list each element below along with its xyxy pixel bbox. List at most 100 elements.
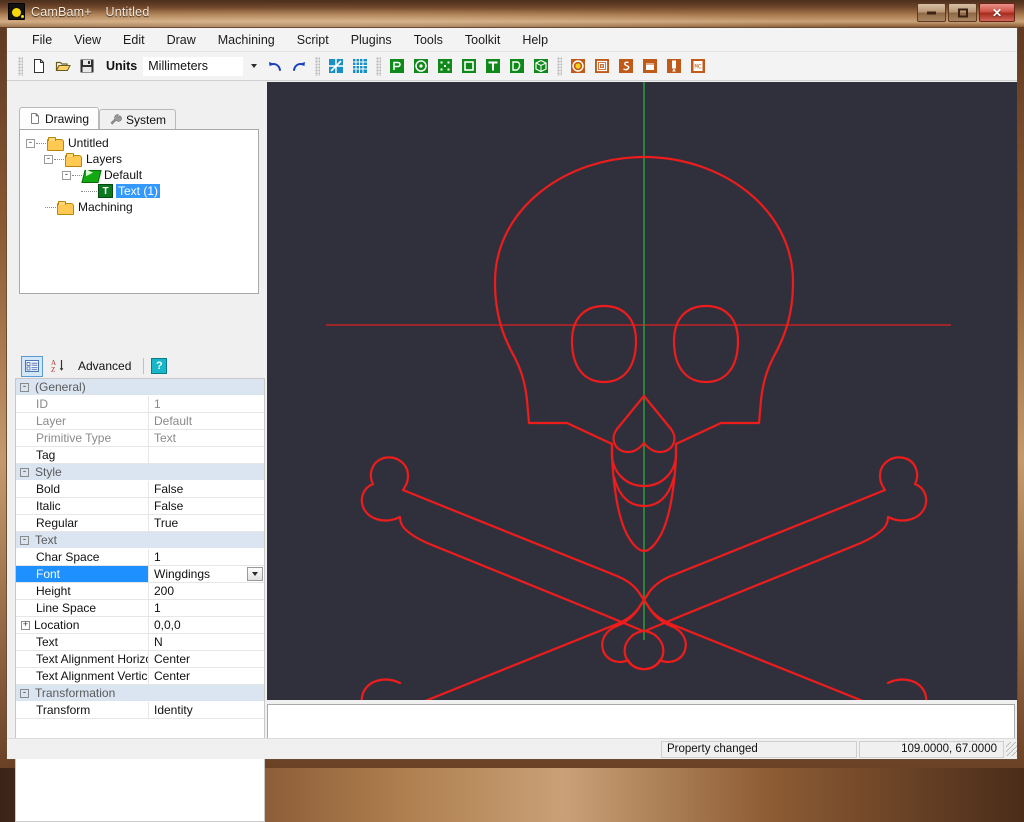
toolbar-grip[interactable]	[18, 57, 23, 76]
tab-system[interactable]: System	[99, 109, 176, 129]
property-value[interactable]: 1	[149, 396, 264, 412]
category-expander[interactable]: -	[20, 468, 29, 477]
tab-drawing[interactable]: Drawing	[19, 107, 99, 129]
property-row-char-space[interactable]: Char Space 1	[16, 549, 264, 566]
menu-file[interactable]: File	[21, 30, 63, 50]
categorized-view-icon[interactable]	[21, 356, 43, 377]
maximize-button[interactable]	[948, 3, 977, 22]
post-process-icon[interactable]: MC	[687, 55, 709, 77]
tree-node-machining[interactable]: Machining	[20, 199, 258, 215]
status-message: Property changed	[661, 741, 857, 758]
toolbar-grip-2[interactable]	[315, 57, 320, 76]
property-row-text[interactable]: Text N	[16, 634, 264, 651]
property-value[interactable]: True	[149, 515, 264, 531]
property-row-height[interactable]: Height 200	[16, 583, 264, 600]
font-dropdown-button[interactable]	[247, 567, 263, 581]
property-value[interactable]: Text	[149, 430, 264, 446]
location-expander[interactable]: +	[21, 621, 30, 630]
object-tree[interactable]: - Untitled - Layers -	[19, 129, 259, 294]
resize-grip-icon[interactable]	[1006, 742, 1017, 756]
property-grid-toolbar: AZ Advanced ?	[15, 354, 265, 379]
property-value[interactable]: 0,0,0	[149, 617, 264, 633]
undo-arrow-icon[interactable]	[264, 55, 286, 77]
property-value[interactable]: N	[149, 634, 264, 650]
property-value[interactable]: Center	[149, 668, 264, 684]
menu-tools[interactable]: Tools	[403, 30, 454, 50]
property-value[interactable]: Center	[149, 651, 264, 667]
draw-polyline-icon[interactable]	[386, 55, 408, 77]
toggle-grid-icon[interactable]	[349, 55, 371, 77]
menu-draw[interactable]: Draw	[156, 30, 207, 50]
property-value[interactable]: Identity	[149, 702, 264, 718]
property-row-regular[interactable]: Regular True	[16, 515, 264, 532]
property-value[interactable]: False	[149, 481, 264, 497]
property-value[interactable]: 200	[149, 583, 264, 599]
property-row-tag[interactable]: Tag	[16, 447, 264, 464]
category-expander[interactable]: -	[20, 383, 29, 392]
menu-script[interactable]: Script	[286, 30, 340, 50]
property-value[interactable]: 1	[149, 600, 264, 616]
cad-canvas[interactable]	[267, 82, 1017, 700]
menu-view[interactable]: View	[63, 30, 112, 50]
category-expander[interactable]: -	[20, 536, 29, 545]
toolbar-grip-3[interactable]	[376, 57, 381, 76]
tree-expander-default[interactable]: -	[62, 171, 71, 180]
save-disk-icon[interactable]	[76, 55, 98, 77]
tree-node-untitled[interactable]: - Untitled	[20, 135, 258, 151]
property-category-transformation[interactable]: - Transformation	[16, 685, 264, 702]
draw-circle-icon[interactable]	[410, 55, 432, 77]
property-category-general[interactable]: - (General)	[16, 379, 264, 396]
redo-arrow-icon[interactable]	[288, 55, 310, 77]
tree-node-layers[interactable]: - Layers	[20, 151, 258, 167]
property-row-layer[interactable]: Layer Default	[16, 413, 264, 430]
menu-edit[interactable]: Edit	[112, 30, 156, 50]
advanced-button[interactable]: Advanced	[73, 359, 136, 373]
toolbar-grip-4[interactable]	[557, 57, 562, 76]
property-row-transform[interactable]: Transform Identity	[16, 702, 264, 719]
help-question-icon[interactable]: ?	[151, 358, 167, 374]
property-category-text[interactable]: - Text	[16, 532, 264, 549]
property-row-location[interactable]: + Location 0,0,0	[16, 617, 264, 634]
alphabetical-sort-icon[interactable]: AZ	[47, 356, 69, 377]
property-row-italic[interactable]: Italic False	[16, 498, 264, 515]
draw-rectangle-icon[interactable]	[458, 55, 480, 77]
zoom-to-fit-icon[interactable]	[325, 55, 347, 77]
draw-points-icon[interactable]	[434, 55, 456, 77]
property-row-font[interactable]: Font Wingdings	[16, 566, 264, 583]
property-value[interactable]: Default	[149, 413, 264, 429]
draw-text-icon[interactable]	[482, 55, 504, 77]
close-button[interactable]: ✕	[979, 3, 1015, 22]
menu-toolkit[interactable]: Toolkit	[454, 30, 511, 50]
category-expander[interactable]: -	[20, 689, 29, 698]
property-row-id[interactable]: ID 1	[16, 396, 264, 413]
property-value[interactable]	[149, 447, 264, 463]
property-row-text-align-v[interactable]: Text Alignment Vertical Center	[16, 668, 264, 685]
menu-help[interactable]: Help	[511, 30, 559, 50]
minimize-button[interactable]	[917, 3, 946, 22]
engrave-mop-icon[interactable]	[615, 55, 637, 77]
tree-node-text-object[interactable]: T Text (1)	[20, 183, 258, 199]
tree-expander-untitled[interactable]: -	[26, 139, 35, 148]
draw-region-icon[interactable]	[506, 55, 528, 77]
units-value[interactable]: Millimeters	[143, 57, 243, 76]
new-file-icon[interactable]	[28, 55, 50, 77]
tree-node-default-layer[interactable]: - Default	[20, 167, 258, 183]
menu-machining[interactable]: Machining	[207, 30, 286, 50]
property-value[interactable]: False	[149, 498, 264, 514]
tree-expander-layers[interactable]: -	[44, 155, 53, 164]
menu-plugins[interactable]: Plugins	[340, 30, 403, 50]
property-row-primitive-type[interactable]: Primitive Type Text	[16, 430, 264, 447]
property-row-text-align-h[interactable]: Text Alignment Horizontal Center	[16, 651, 264, 668]
property-row-bold[interactable]: Bold False	[16, 481, 264, 498]
units-dropdown-button[interactable]	[245, 57, 262, 76]
property-value[interactable]: 1	[149, 549, 264, 565]
property-category-style[interactable]: - Style	[16, 464, 264, 481]
draw-surface-icon[interactable]	[530, 55, 552, 77]
drill-mop-icon[interactable]	[639, 55, 661, 77]
pocket-mop-icon[interactable]	[591, 55, 613, 77]
profile-mop-icon[interactable]	[567, 55, 589, 77]
property-value-font[interactable]: Wingdings	[149, 566, 264, 582]
cut-depth-icon[interactable]	[663, 55, 685, 77]
property-row-line-space[interactable]: Line Space 1	[16, 600, 264, 617]
open-folder-icon[interactable]	[52, 55, 74, 77]
